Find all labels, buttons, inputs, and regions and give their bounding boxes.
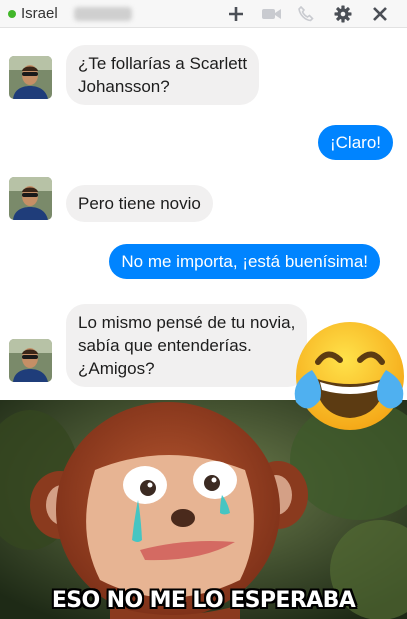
blurred-surname — [74, 7, 132, 21]
message-line: ¿Te follarías a Scarlett — [78, 54, 248, 73]
close-icon[interactable] — [370, 4, 390, 24]
message-incoming: Pero tiene novio — [66, 185, 213, 222]
message-line: Johansson? — [78, 77, 170, 96]
contact-avatar[interactable] — [9, 56, 52, 99]
message-line: sabía que entenderías. — [78, 336, 252, 355]
phone-icon[interactable] — [297, 4, 315, 24]
video-camera-icon[interactable] — [261, 4, 283, 24]
tears-of-joy-emoji — [294, 322, 404, 430]
contact-name[interactable]: Israel — [21, 5, 58, 22]
message-line: Pero tiene novio — [78, 194, 201, 213]
plus-icon[interactable] — [226, 4, 246, 24]
contact-avatar[interactable] — [9, 177, 52, 220]
message-incoming: ¿Te follarías a Scarlett Johansson? — [66, 45, 260, 105]
message-incoming: Lo mismo pensé de tu novia, sabía que en… — [66, 304, 308, 387]
online-status-dot — [8, 10, 16, 18]
message-line: Lo mismo pensé de tu novia, — [78, 313, 296, 332]
contact-avatar[interactable] — [9, 339, 52, 382]
meme-caption: ESO NO ME LO ESPERABA — [51, 588, 356, 613]
message-line: ¿Amigos? — [78, 359, 155, 378]
message-outgoing: ¡Claro! — [317, 125, 393, 160]
chat-header: Israel — [0, 0, 407, 28]
gear-icon[interactable] — [333, 4, 353, 24]
message-outgoing: No me importa, ¡está buenísima! — [109, 244, 380, 279]
